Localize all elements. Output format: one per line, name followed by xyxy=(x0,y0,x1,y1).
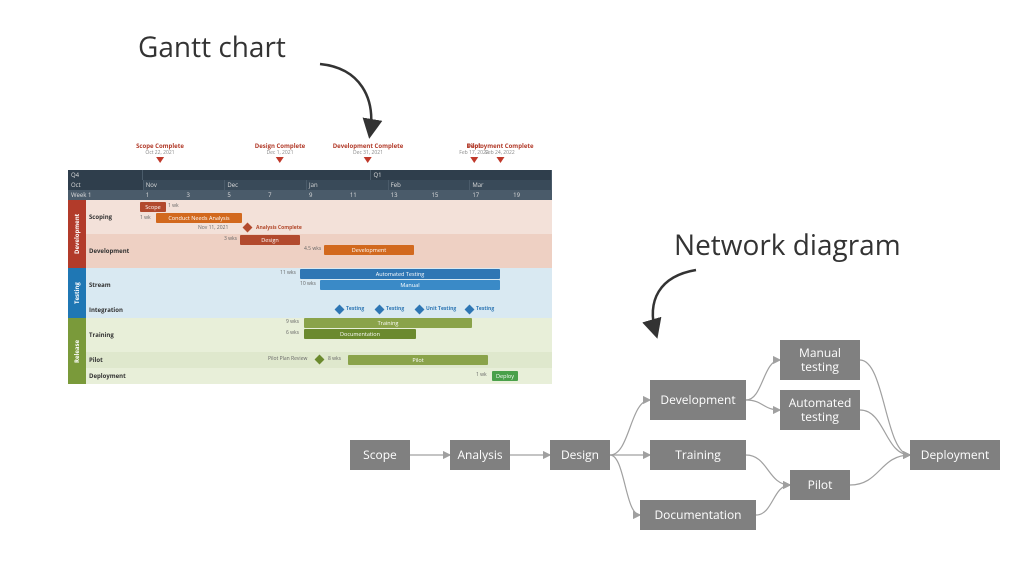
node-development: Development xyxy=(650,380,746,420)
node-pilot: Pilot xyxy=(790,470,850,500)
lane-testing: Testing xyxy=(68,268,86,318)
milestone-design: Design CompleteDec 1, 2021 xyxy=(255,142,305,163)
lane-development: Development xyxy=(68,200,86,268)
node-deployment: Deployment xyxy=(910,440,1000,470)
row-stream: Stream xyxy=(86,268,140,302)
row-deployment: Deployment xyxy=(86,368,140,384)
bar-training: Training xyxy=(304,318,472,328)
gantt-time-header: Q4 Q1 Oct Nov Dec Jan Feb Mar Week 1 1 3… xyxy=(68,170,552,200)
milestone-deployment: Deployment CompleteFeb 24, 2022 xyxy=(466,142,533,163)
node-analysis: Analysis xyxy=(450,440,510,470)
lane-release: Release xyxy=(68,318,86,384)
row-development: Development xyxy=(86,234,140,268)
th-q4: Q4 xyxy=(68,170,143,180)
node-training: Training xyxy=(650,440,746,470)
arrow-to-network xyxy=(640,264,710,344)
node-manual: Manual testing xyxy=(780,340,860,380)
network-title: Network diagram xyxy=(674,226,901,264)
bar-needs: Conduct Needs Analysis xyxy=(156,213,242,223)
milestone-analysis-icon xyxy=(243,223,253,233)
row-scoping: Scoping xyxy=(86,200,140,234)
node-documentation: Documentation xyxy=(640,500,756,530)
bar-manual: Manual xyxy=(320,280,500,290)
row-pilot: Pilot xyxy=(86,352,140,368)
gantt-title: Gantt chart xyxy=(138,28,286,66)
arrow-to-gantt xyxy=(310,58,390,144)
bar-development: Development xyxy=(324,245,414,255)
milestone-development: Development CompleteDec 31, 2021 xyxy=(333,142,404,163)
node-design: Design xyxy=(550,440,610,470)
network-diagram: Scope Analysis Design Development Training Do… xyxy=(350,340,1010,560)
th-q1: Q1 xyxy=(371,170,552,180)
pilot-review-icon xyxy=(315,355,325,365)
bar-scope: Scope xyxy=(140,202,166,212)
milestone-scope: Scope CompleteOct 22, 2021 xyxy=(136,142,184,163)
bar-documentation: Documentation xyxy=(304,329,416,339)
bar-automated: Automated Testing xyxy=(300,269,500,279)
node-scope: Scope xyxy=(350,440,410,470)
gantt-milestones: Scope CompleteOct 22, 2021 Design Comple… xyxy=(68,142,552,170)
row-integration: Integration xyxy=(86,302,140,318)
node-automated: Automated testing xyxy=(780,390,860,430)
bar-design: Design xyxy=(240,235,300,245)
row-training: Training xyxy=(86,318,140,352)
